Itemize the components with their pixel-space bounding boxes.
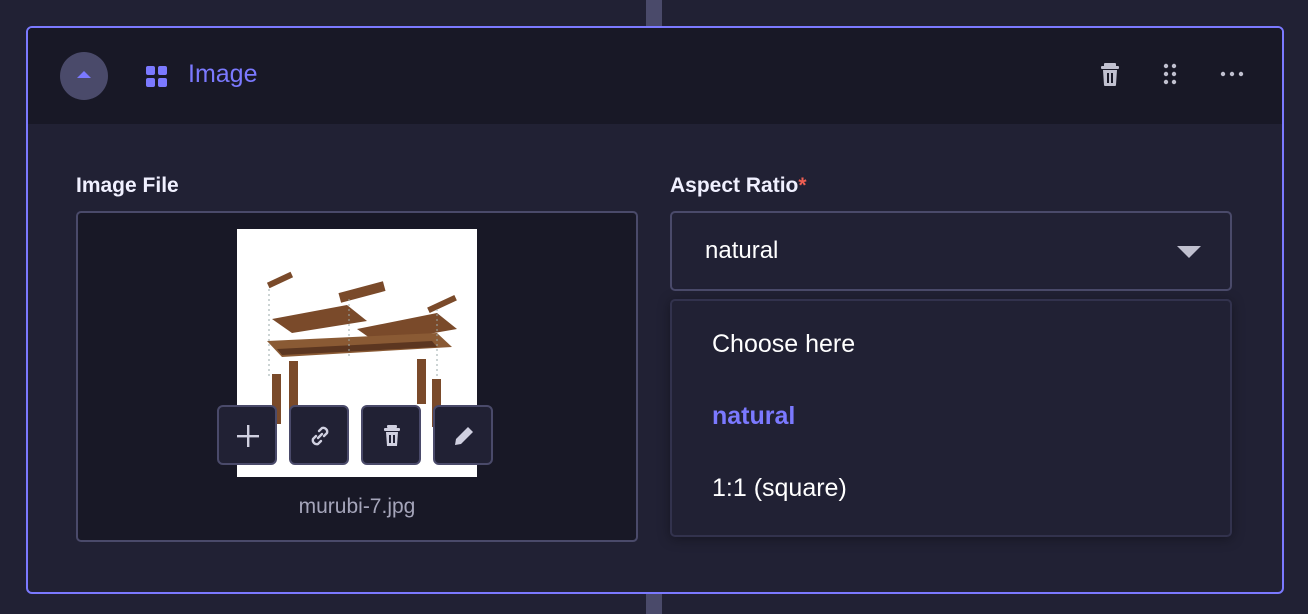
- component-title: Image: [188, 60, 258, 88]
- connector-line-bottom: [646, 592, 662, 614]
- more-actions-button[interactable]: [1216, 58, 1248, 90]
- option-square[interactable]: 1:1 (square): [712, 474, 847, 503]
- connector-line-top: [646, 0, 662, 28]
- drag-handle-button[interactable]: [1154, 58, 1186, 90]
- delete-image-button[interactable]: [361, 405, 421, 465]
- card-header: Image: [28, 28, 1282, 124]
- image-asset-field: murubi-7.jpg: [76, 211, 638, 542]
- file-name-caption: murubi-7.jpg: [298, 495, 416, 518]
- add-icon: [237, 425, 259, 447]
- edit-image-button[interactable]: [433, 405, 493, 465]
- add-image-button[interactable]: [217, 405, 277, 465]
- image-file-label: Image File: [76, 174, 179, 197]
- more-icon: [1220, 71, 1244, 77]
- link-icon: [311, 426, 329, 446]
- select-value: natural: [705, 237, 779, 264]
- chevron-up-icon: [77, 71, 91, 78]
- aspect-ratio-label: Aspect Ratio*: [670, 174, 807, 197]
- collapse-button[interactable]: [60, 52, 108, 100]
- aspect-ratio-select[interactable]: natural: [670, 211, 1232, 291]
- delete-component-button[interactable]: [1094, 58, 1126, 90]
- component-grid-icon: [146, 66, 168, 88]
- image-component-card: Image Image File murubi-7.jpg Aspect Rat…: [26, 26, 1284, 594]
- option-natural[interactable]: natural: [712, 402, 795, 431]
- trash-icon: [1101, 63, 1119, 86]
- copy-link-button[interactable]: [289, 405, 349, 465]
- pencil-icon: [455, 427, 473, 445]
- drag-handle-icon: [1163, 63, 1177, 85]
- option-choose-here[interactable]: Choose here: [712, 330, 855, 359]
- caret-down-icon: [1177, 246, 1201, 258]
- trash-icon: [384, 425, 400, 446]
- required-asterisk: *: [798, 174, 807, 197]
- aspect-ratio-options: Choose here natural 1:1 (square): [670, 299, 1232, 537]
